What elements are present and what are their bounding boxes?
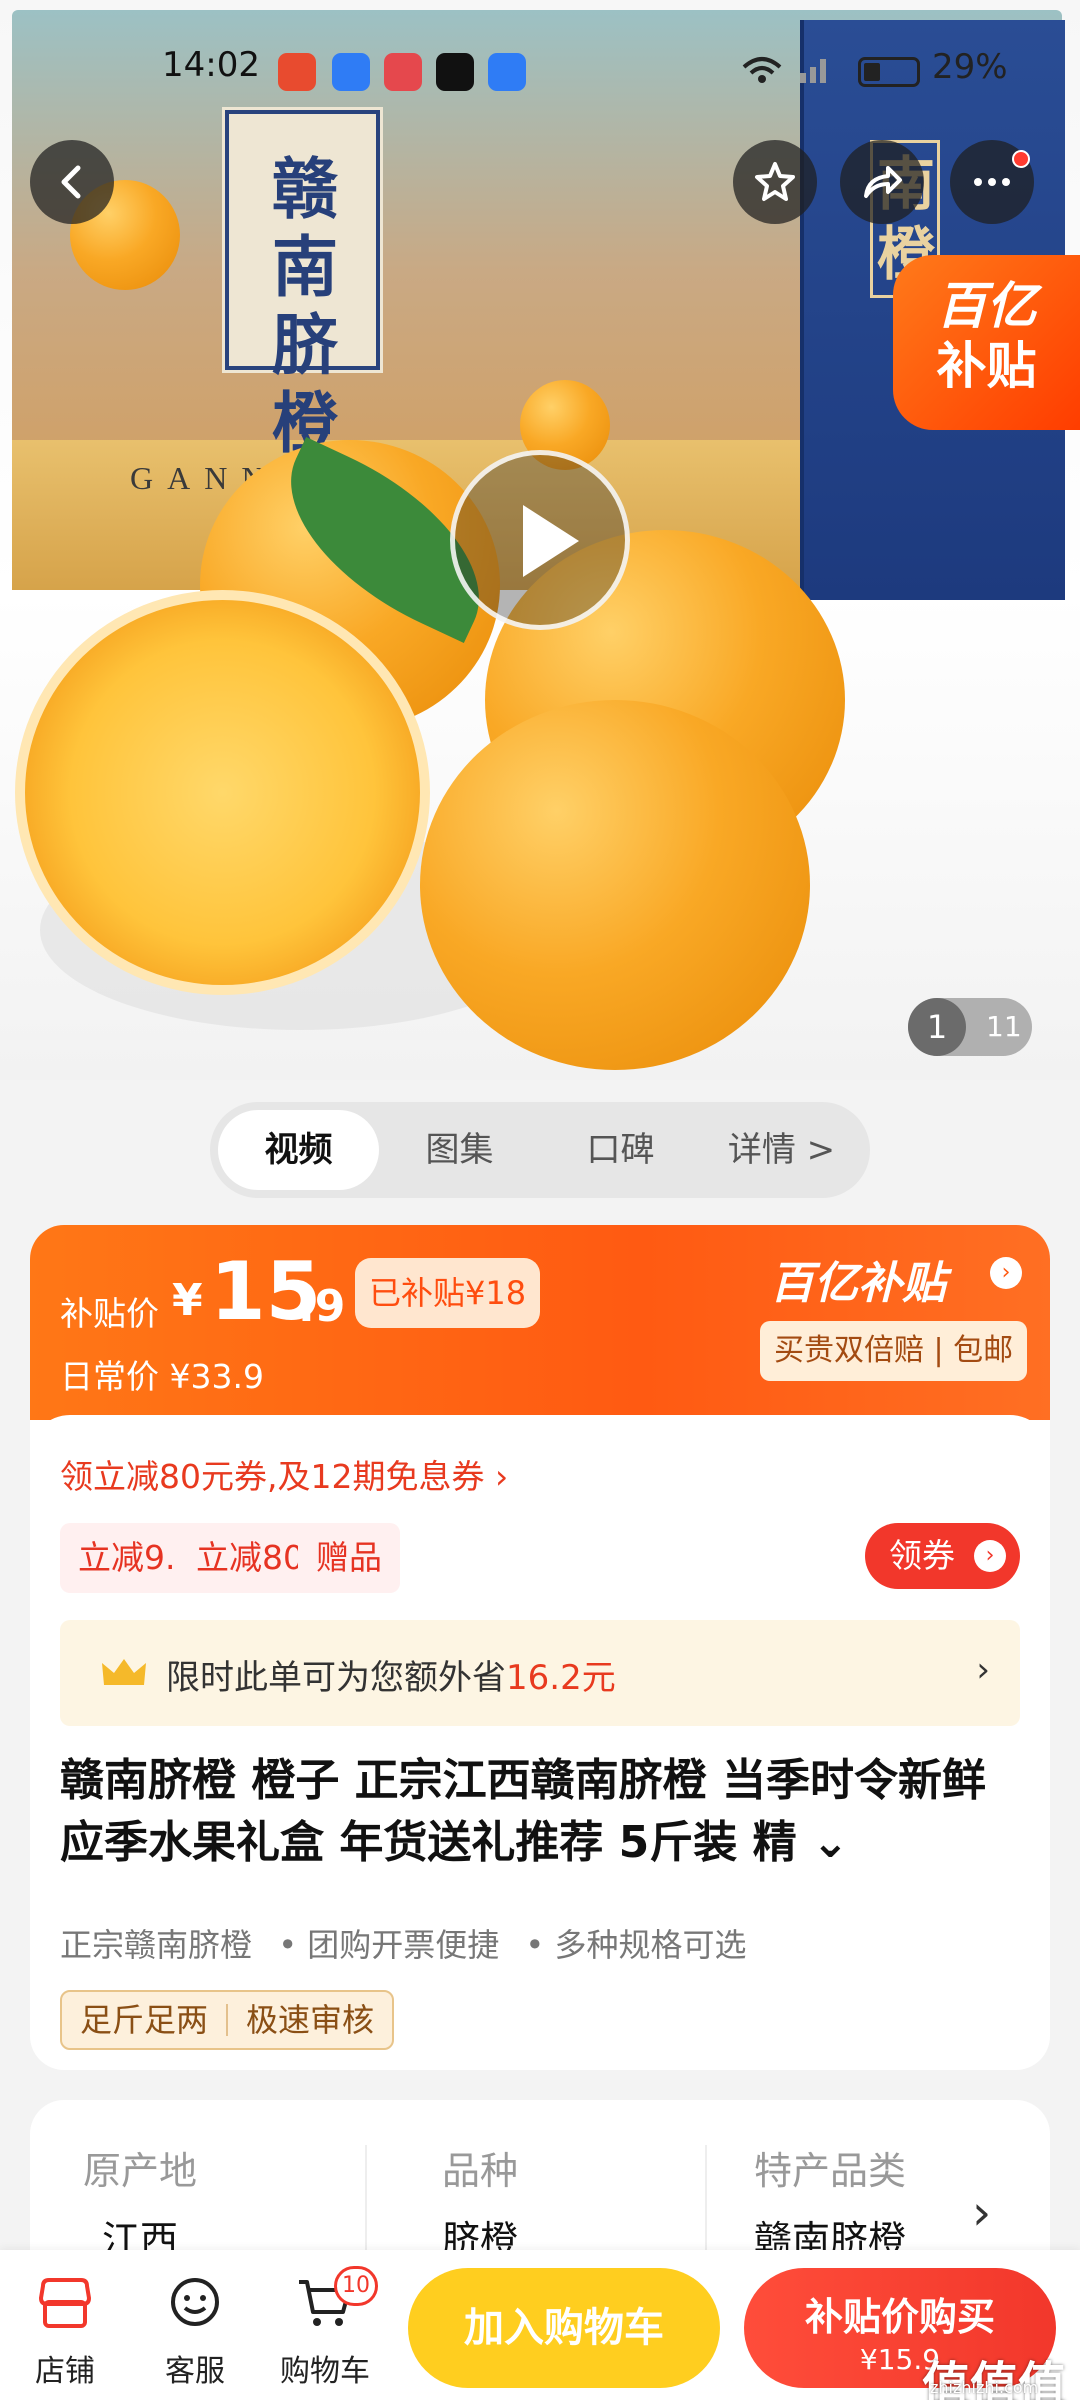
chevron-right-icon: › xyxy=(974,1540,1006,1572)
chevron-right-icon[interactable]: › xyxy=(972,2185,991,2241)
tab-video[interactable]: 视频 xyxy=(218,1110,379,1190)
watermark-url: zhizhizhi.com xyxy=(930,2378,1039,2397)
subsidy-badge-line2: 补贴 xyxy=(936,337,1037,395)
extra-savings-bar[interactable]: 限时此单可为您额外省16.2元 › xyxy=(60,1620,1020,1726)
notification-app-icon xyxy=(488,53,526,91)
service-label: 客服 xyxy=(165,2354,225,2389)
coupon-headline[interactable]: 领立减80元券,及12期免息券 › xyxy=(60,1450,508,1498)
signal-wifi-icon xyxy=(740,47,836,96)
feature-item: 正宗赣南脐橙 xyxy=(60,1926,253,1964)
product-features: 正宗赣南脐橙 • 团购开票便捷 • 多种规格可选 xyxy=(60,1920,762,1966)
subsidy-price-label: 补贴价 xyxy=(60,1294,159,1333)
notification-app-icon xyxy=(436,53,474,91)
more-dots-icon xyxy=(974,178,1010,186)
get-coupon-label: 领券 xyxy=(889,1536,955,1575)
gift-box-label-text: 赣南脐橙 xyxy=(272,150,338,462)
cart-count-badge: 10 xyxy=(334,2266,378,2306)
buy-now-label: 补贴价购买 xyxy=(804,2295,995,2339)
favorite-button[interactable] xyxy=(733,140,817,224)
extra-savings-label: 限时此单可为您额外省 xyxy=(166,1658,506,1698)
subsidized-amount-badge: 已补贴¥18 xyxy=(355,1258,541,1328)
status-bar: 14:02 29% xyxy=(0,45,1080,101)
chevron-right-icon: › xyxy=(976,1650,990,1690)
chevron-right-icon[interactable]: › xyxy=(990,1257,1022,1289)
media-tabs: 视频 图集 口碑 详情 > xyxy=(210,1102,870,1198)
orange-front xyxy=(420,700,810,1070)
bottom-action-bar: 店铺 客服 10 购物车 加入购物车 补贴价购买 ¥15.9 值值值 zhizh… xyxy=(0,2250,1080,2400)
attribute-key: 原产地 xyxy=(82,2149,197,2193)
price-card: 补贴价 ¥ 15 .9 已补贴¥18 日常价 ¥33.9 百亿补贴 › 买贵双倍… xyxy=(30,1225,1050,2070)
add-to-cart-button[interactable]: 加入购物车 xyxy=(408,2268,720,2388)
back-button[interactable] xyxy=(30,140,114,224)
product-page: 赣南脐橙 南橙 GANN 14:02 29% xyxy=(0,0,1080,2400)
subsidy-badge[interactable]: 百亿 补贴 xyxy=(893,255,1080,430)
pager-current: 1 xyxy=(908,998,966,1056)
subsidy-badge-line1: 百亿 xyxy=(936,277,1037,335)
attribute-key: 品种 xyxy=(441,2149,518,2193)
service-tags: 足斤足两 极速审核 xyxy=(60,1990,395,2050)
crown-icon xyxy=(102,1659,146,1685)
cart-label: 购物车 xyxy=(280,2354,370,2389)
attribute-origin: 原产地 江西 xyxy=(0,2140,290,2264)
attribute-key: 特产品类 xyxy=(753,2149,906,2193)
attribute-variety: 品种 脐橙 xyxy=(330,2140,630,2264)
store-label: 店铺 xyxy=(35,2354,95,2389)
daily-price: 日常价 ¥33.9 xyxy=(60,1357,264,1396)
pager-total: 11 xyxy=(986,1010,1022,1043)
service-tag: 足斤足两 xyxy=(80,2001,209,2039)
currency-symbol: ¥ xyxy=(172,1275,203,1326)
store-button[interactable]: 店铺 xyxy=(10,2272,120,2390)
battery-icon xyxy=(858,57,920,87)
gift-chip[interactable]: 赠品 xyxy=(298,1523,400,1593)
attribute-category: 特产品类 赣南脐橙 xyxy=(720,2140,940,2264)
battery-percent: 29% xyxy=(932,47,1008,87)
price-decimal: .9 xyxy=(298,1281,346,1332)
notification-app-icon xyxy=(278,53,316,91)
customer-service-button[interactable]: 客服 xyxy=(140,2272,250,2390)
subsidy-logo[interactable]: 百亿补贴 xyxy=(770,1247,946,1311)
product-title[interactable]: 赣南脐橙 橙子 正宗江西赣南脐橙 当季时令新鲜应季水果礼盒 年货送礼推荐 5斤装… xyxy=(60,1750,1020,1874)
feature-item: • 多种规格可选 xyxy=(525,1926,747,1964)
tab-gallery[interactable]: 图集 xyxy=(379,1110,540,1190)
notification-app-icon xyxy=(384,53,422,91)
store-icon xyxy=(38,2278,92,2328)
product-hero-image[interactable]: 赣南脐橙 南橙 GANN 14:02 29% xyxy=(0,0,1080,1080)
orange-half xyxy=(15,590,430,995)
tab-reviews[interactable]: 口碑 xyxy=(540,1110,701,1190)
price-header: 补贴价 ¥ 15 .9 已补贴¥18 日常价 ¥33.9 百亿补贴 › 买贵双倍… xyxy=(30,1225,1050,1420)
extra-savings-text: 限时此单可为您额外省16.2元 xyxy=(166,1650,616,1699)
play-video-button[interactable] xyxy=(450,450,630,630)
clock: 14:02 xyxy=(162,45,260,85)
share-icon xyxy=(864,166,902,198)
cart-button[interactable]: 10 购物车 xyxy=(270,2266,380,2390)
get-coupon-button[interactable]: 领券 › xyxy=(865,1523,1020,1589)
feature-item: • 团购开票便捷 xyxy=(278,1926,500,1964)
tab-details[interactable]: 详情 > xyxy=(701,1110,862,1190)
price-guarantee[interactable]: 买贵双倍赔 | 包邮 xyxy=(760,1321,1028,1381)
image-pager: 1 11 xyxy=(908,998,1032,1056)
chat-smile-icon xyxy=(171,2278,219,2326)
chevron-down-icon[interactable]: ⌄ xyxy=(812,1817,849,1868)
share-button[interactable] xyxy=(840,140,924,224)
star-icon xyxy=(755,162,795,201)
notification-app-icon xyxy=(332,53,370,91)
chevron-left-icon xyxy=(61,165,81,199)
extra-savings-amount: 16.2元 xyxy=(506,1658,616,1698)
attribute-divider xyxy=(705,2145,707,2255)
service-tag: 极速审核 xyxy=(246,2001,375,2039)
notification-dot xyxy=(1012,150,1030,168)
